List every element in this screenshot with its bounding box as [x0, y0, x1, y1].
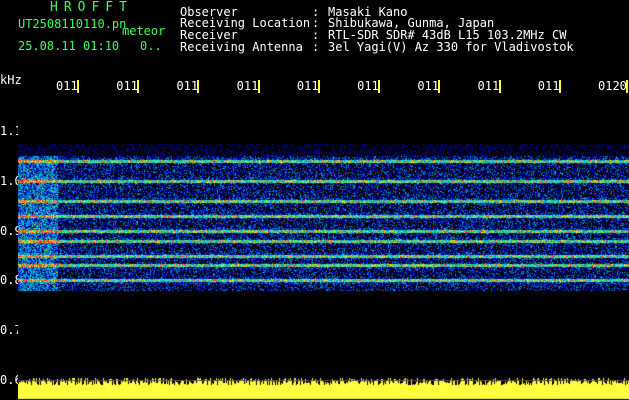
time-tick-label: 0120 — [598, 79, 627, 93]
time-tick-mark — [77, 80, 79, 93]
time-tick-label: 011 — [417, 79, 440, 93]
time-tick-mark — [498, 80, 501, 93]
time-tick-label: 011 — [357, 79, 379, 93]
info-value: 3el Yagi(V) Az 330 for Vladivostok — [328, 40, 574, 54]
time-tick-label: 011 — [296, 79, 319, 93]
time-tick-mark — [197, 80, 200, 93]
app-title: HROFFT — [50, 0, 133, 15]
info-key: Receiving Antenna — [180, 40, 303, 54]
time-tick-label: 011 — [236, 79, 259, 93]
timestamp: 25.08.11 01:10 — [18, 39, 120, 53]
time-tick-mark — [137, 80, 140, 93]
time-tick-mark — [317, 80, 320, 93]
time-tick-mark — [558, 80, 561, 93]
time-tick-mark — [257, 80, 260, 93]
time-tick-label: 011 — [537, 79, 560, 93]
spectrogram-canvas — [18, 100, 629, 400]
time-tick-label: 011 — [56, 79, 78, 93]
time-tick-label: 011 — [176, 79, 199, 93]
time-tick-mark — [438, 80, 441, 93]
time-tick-mark — [378, 80, 381, 93]
meteor-label: meteor — [122, 24, 166, 38]
file-name: UT2508110110.pn — [18, 17, 127, 31]
meteor-count: 0.. — [140, 39, 162, 53]
freq-unit-label: kHz — [0, 73, 22, 87]
time-tick-label: 011 — [116, 79, 138, 93]
time-tick-label: 011 — [477, 79, 500, 93]
time-tick-mark — [626, 80, 628, 93]
